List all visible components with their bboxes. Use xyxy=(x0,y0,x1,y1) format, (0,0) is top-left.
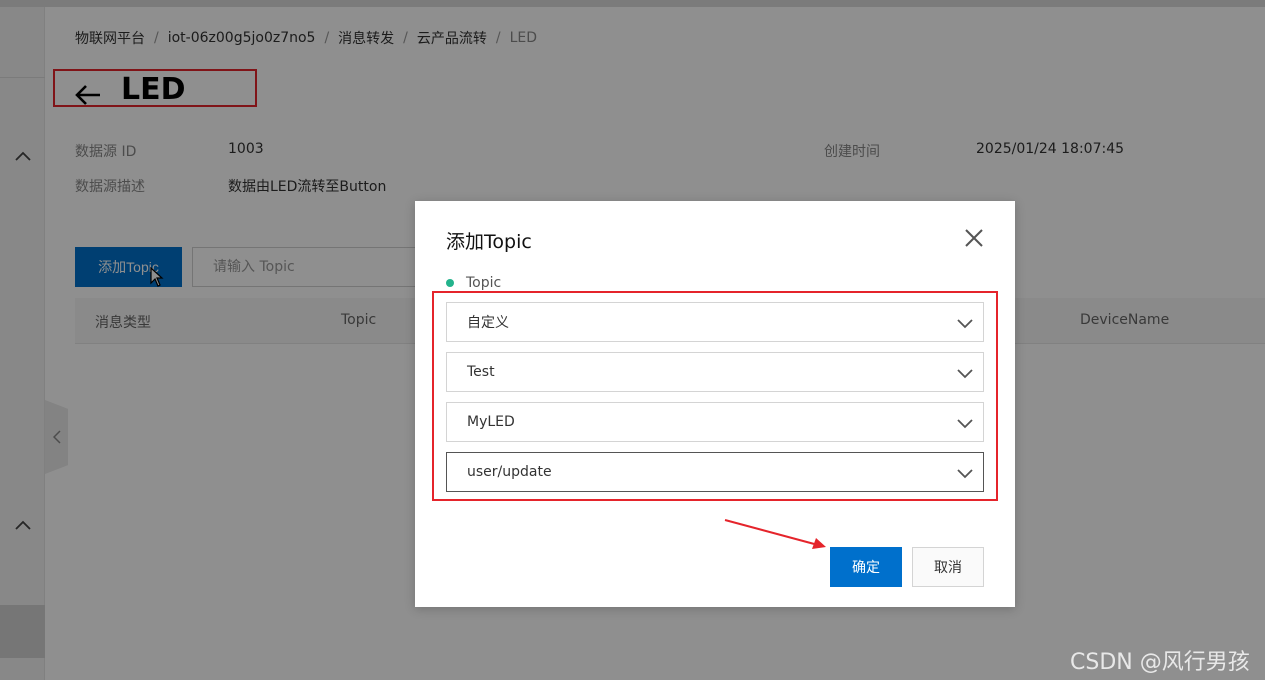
topic-field-label: Topic xyxy=(446,275,501,291)
close-icon[interactable] xyxy=(963,227,985,249)
required-dot-icon xyxy=(446,279,454,287)
cancel-button[interactable]: 取消 xyxy=(912,547,984,587)
confirm-button[interactable]: 确定 xyxy=(830,547,902,587)
annotation-arrow-icon xyxy=(724,519,826,549)
topic-label-text: Topic xyxy=(466,275,502,291)
dialog-title: 添加Topic xyxy=(446,231,532,253)
add-topic-dialog: 添加Topic Topic 自定义 Test MyLED user/update… xyxy=(415,201,1015,607)
watermark: CSDN @风行男孩 xyxy=(1070,650,1250,675)
selects-highlight-box xyxy=(432,291,998,501)
